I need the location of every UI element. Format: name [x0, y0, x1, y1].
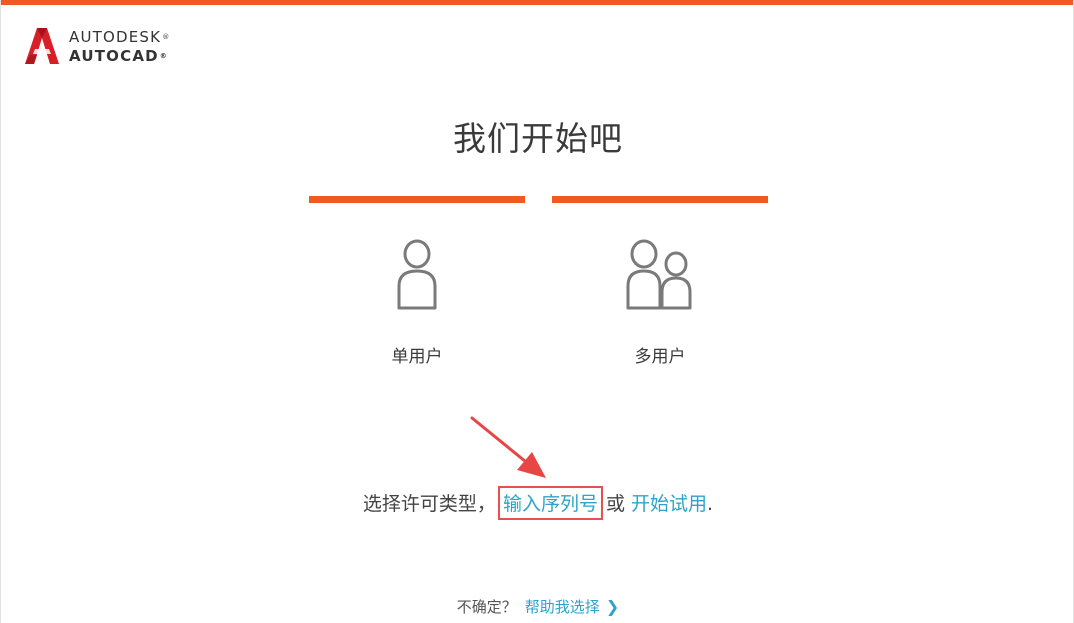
or-text: 或 — [605, 493, 625, 515]
prompt-period: . — [707, 493, 714, 515]
help-prompt: 不确定？ 帮助我选择 ❯ — [1, 596, 1073, 617]
license-type-window: AUTODESK® AUTOCAD® 我们开始吧 单用户 多用户 选择许可类型，… — [0, 0, 1074, 623]
license-type-prompt: 选择许可类型， 输入序列号或 开始试用. — [1, 486, 1073, 520]
license-prompt-text: 选择许可类型， — [362, 493, 496, 515]
start-trial-link[interactable]: 开始试用 — [631, 493, 707, 515]
red-annotation-arrow-icon — [470, 416, 546, 478]
chevron-right-icon[interactable]: ❯ — [606, 597, 619, 616]
enter-serial-number-link[interactable]: 输入序列号 — [497, 486, 603, 520]
not-sure-text: 不确定？ — [456, 598, 517, 616]
help-me-choose-link[interactable]: 帮助我选择 — [525, 598, 600, 616]
